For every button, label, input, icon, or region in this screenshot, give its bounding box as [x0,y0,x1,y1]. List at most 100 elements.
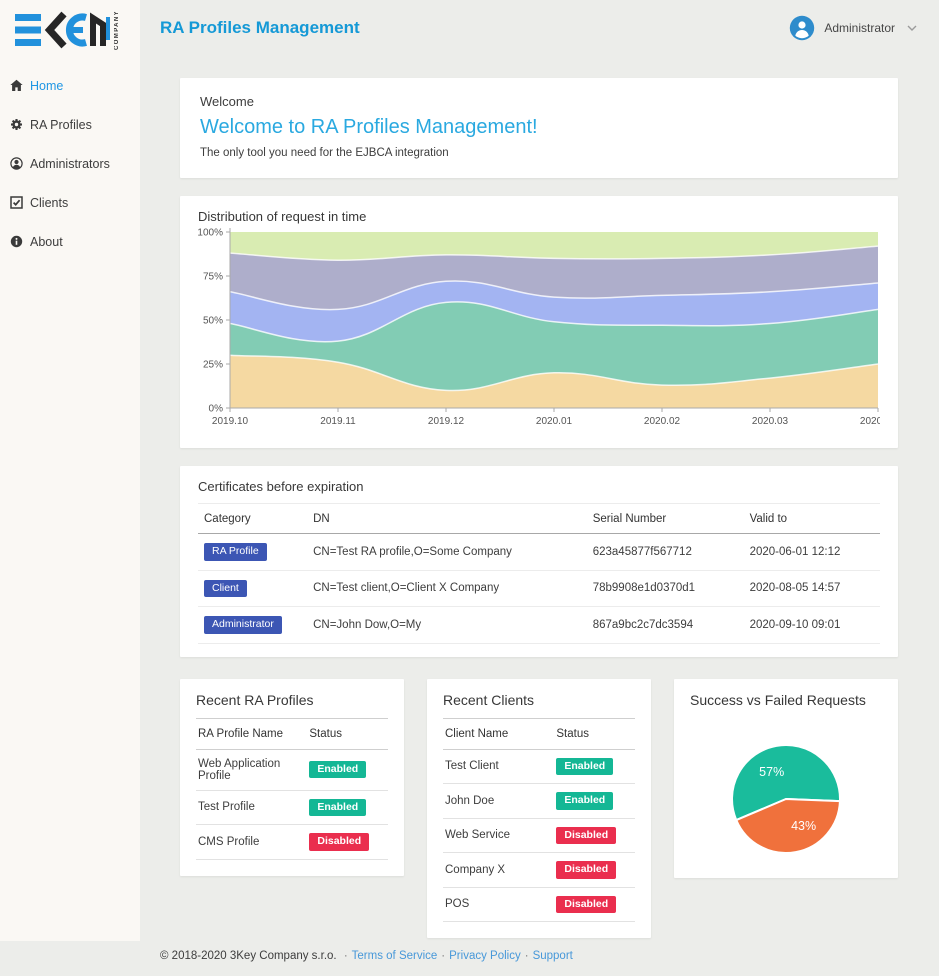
user-circle-icon [10,157,24,171]
status-cell: Enabled [307,790,388,825]
table-row: CMS ProfileDisabled [196,825,388,860]
company-logo-label: COMPANY [114,10,120,50]
recent-profiles-title: Recent RA Profiles [196,692,388,719]
status-cell: Disabled [554,853,635,888]
status-cell: Enabled [307,749,388,790]
status-badge: Enabled [309,799,366,817]
copyright-text: © 2018-2020 3Key Company s.r.o. [160,950,337,962]
valid-to-cell: 2020-08-05 14:57 [744,570,880,607]
success-pie-chart: 57% 43% [731,744,841,854]
sidebar: COMPANY Home RA Profiles Administrators Cli… [0,0,140,941]
status-badge: Disabled [556,827,616,845]
user-avatar-icon [789,15,815,41]
user-name: Administrator [824,21,895,35]
sidebar-item-label: RA Profiles [30,118,92,132]
valid-to-cell: 2020-09-10 09:01 [744,607,880,644]
column-header: Valid to [744,504,880,534]
svg-text:2019.11: 2019.11 [320,416,356,427]
footer-link-support[interactable]: Support [533,950,573,962]
table-row: Company XDisabled [443,853,635,888]
check-square-icon [10,196,24,210]
footer: © 2018-2020 3Key Company s.r.o. ·Terms o… [140,938,939,976]
status-badge: Disabled [309,833,369,851]
column-header: Status [554,719,635,750]
dn-cell: CN=John Dow,O=My [307,607,587,644]
certificates-table: CategoryDNSerial NumberValid to RA Profi… [198,504,880,644]
name-cell: Web Application Profile [196,749,307,790]
company-logo[interactable]: COMPANY [0,0,140,50]
svg-text:100%: 100% [198,228,223,239]
bottom-cards-row: Recent RA Profiles RA Profile NameStatus… [180,679,898,939]
svg-text:2019.10: 2019.10 [212,416,249,427]
sidebar-item-clients[interactable]: Clients [10,196,140,210]
footer-link-terms-of-service[interactable]: Terms of Service [352,950,438,962]
column-header: Client Name [443,719,554,750]
status-cell: Disabled [554,818,635,853]
sidebar-item-label: Clients [30,196,68,210]
sidebar-item-home[interactable]: Home [10,79,140,93]
svg-text:2020.02: 2020.02 [644,416,681,427]
category-badge: Administrator [204,616,282,634]
sidebar-item-label: Administrators [30,157,110,171]
svg-text:0%: 0% [209,404,224,415]
svg-text:2020.04: 2020.04 [860,416,880,427]
gear-icon [10,118,24,132]
status-cell: Disabled [554,887,635,922]
pie-slice-label: 43% [791,819,816,833]
company-logo-mark [13,10,110,50]
footer-link-privacy-policy[interactable]: Privacy Policy [449,950,521,962]
column-header: DN [307,504,587,534]
category-cell: Client [198,570,307,607]
sidebar-item-label: About [30,235,63,249]
welcome-card: Welcome Welcome to RA Profiles Managemen… [180,78,898,178]
recent-profiles-card: Recent RA Profiles RA Profile NameStatus… [180,679,404,876]
sidebar-item-ra-profiles[interactable]: RA Profiles [10,118,140,132]
table-row: Web Application ProfileEnabled [196,749,388,790]
serial-cell: 623a45877f567712 [587,534,744,571]
welcome-heading: Welcome to RA Profiles Management! [200,116,878,139]
table-row: John DoeEnabled [443,784,635,819]
user-menu[interactable]: Administrator [789,15,919,41]
page-title: RA Profiles Management [160,18,360,38]
sidebar-item-label: Home [30,79,63,93]
status-badge: Enabled [556,792,613,810]
dn-cell: CN=Test client,O=Client X Company [307,570,587,607]
recent-profiles-table: RA Profile NameStatus Web Application Pr… [196,719,388,860]
home-icon [10,79,24,93]
content-area: Welcome Welcome to RA Profiles Managemen… [140,56,939,938]
table-row: Web ServiceDisabled [443,818,635,853]
table-row: AdministratorCN=John Dow,O=My867a9bc2c7d… [198,607,880,644]
pie-slice-label: 57% [759,765,784,779]
status-badge: Disabled [556,861,616,879]
table-row: ClientCN=Test client,O=Client X Company7… [198,570,880,607]
column-header: Serial Number [587,504,744,534]
chevron-down-icon [907,25,917,32]
distribution-chart-title: Distribution of request in time [198,209,880,224]
name-cell: John Doe [443,784,554,819]
name-cell: CMS Profile [196,825,307,860]
status-cell: Disabled [307,825,388,860]
sidebar-item-administrators[interactable]: Administrators [10,157,140,171]
svg-text:50%: 50% [203,316,223,327]
footer-separator: · [441,950,445,962]
column-header: RA Profile Name [196,719,307,750]
name-cell: Test Client [443,749,554,784]
svg-text:2020.03: 2020.03 [752,416,789,427]
table-row: POSDisabled [443,887,635,922]
recent-clients-table: Client NameStatus Test ClientEnabledJohn… [443,719,635,923]
valid-to-cell: 2020-06-01 12:12 [744,534,880,571]
topbar: RA Profiles Management Administrator [140,0,939,56]
success-chart-card: Success vs Failed Requests 57%43% [674,679,898,878]
name-cell: POS [443,887,554,922]
distribution-chart-card: Distribution of request in time 0% 25% 50%… [180,196,898,448]
certificates-title: Certificates before expiration [198,479,880,504]
column-header: Status [307,719,388,750]
status-badge: Disabled [556,896,616,914]
sidebar-item-about[interactable]: About [10,235,140,249]
svg-text:2019.12: 2019.12 [428,416,465,427]
svg-text:25%: 25% [203,360,223,371]
recent-clients-title: Recent Clients [443,692,635,719]
name-cell: Company X [443,853,554,888]
footer-separator: · [344,950,348,962]
status-cell: Enabled [554,784,635,819]
